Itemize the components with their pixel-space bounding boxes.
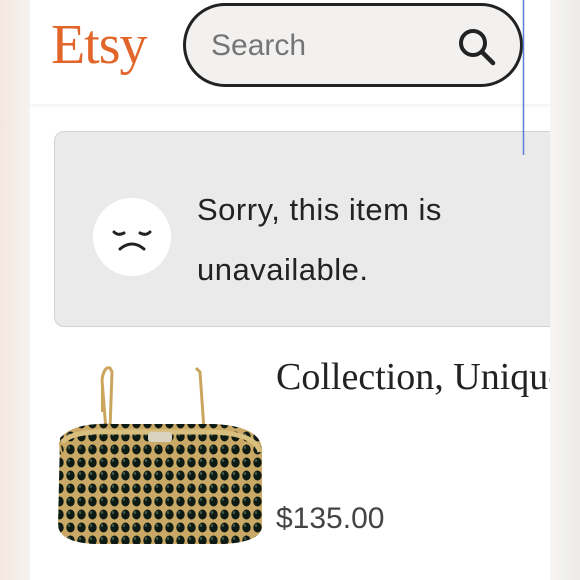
background-right bbox=[550, 0, 580, 580]
pen-mark bbox=[522, 0, 525, 155]
unavailable-notice: Sorry, this item is unavailable. bbox=[54, 131, 550, 327]
search-icon[interactable] bbox=[456, 26, 498, 68]
product-title[interactable]: Collection, Unique Beauty...HANDMADE bbox=[276, 352, 550, 472]
background-left bbox=[0, 0, 30, 580]
product-listing[interactable]: Collection, Unique Beauty...HANDMADE $13… bbox=[30, 340, 550, 580]
search-input[interactable]: Search bbox=[211, 29, 306, 63]
product-image[interactable] bbox=[54, 352, 264, 547]
sad-face-icon bbox=[93, 198, 171, 276]
page: Etsy Search Sorry, this item is unavaila… bbox=[30, 0, 550, 580]
site-header: Etsy Search bbox=[30, 0, 550, 104]
product-price: $135.00 bbox=[276, 502, 385, 535]
unavailable-message: Sorry, this item is unavailable. bbox=[197, 192, 442, 287]
etsy-logo[interactable]: Etsy bbox=[51, 10, 148, 80]
search-bar[interactable]: Search bbox=[183, 3, 523, 87]
